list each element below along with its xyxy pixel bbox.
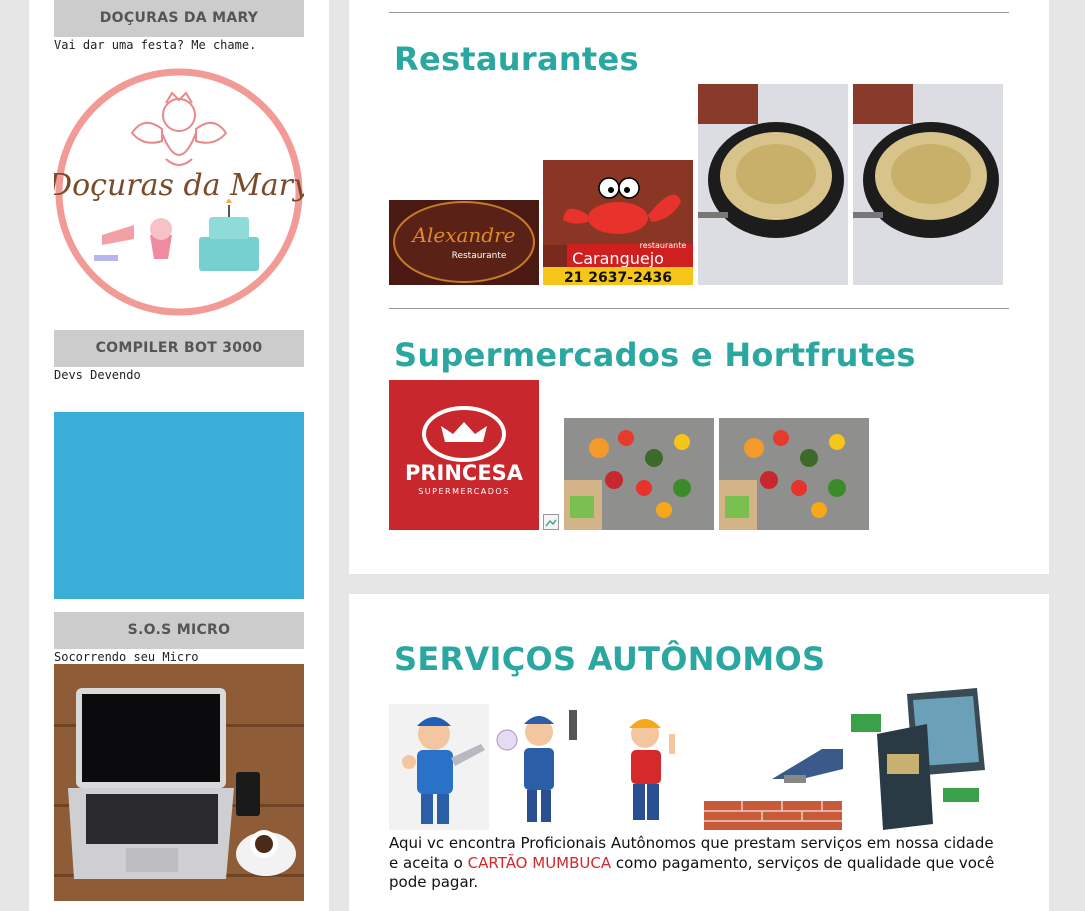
plumber-illustration[interactable] — [389, 704, 489, 830]
alexandre-restaurant-logo[interactable]: Alexandre Restaurante — [389, 200, 539, 285]
sos-micro-image[interactable] — [54, 664, 304, 901]
restaurant-dish-photo-1[interactable] — [698, 84, 848, 285]
caranguejo-restaurant-logo[interactable]: restaurante Caranguejo 21 2637-2436 — [543, 160, 693, 285]
widget-title-docuras: DOÇURAS DA MARY — [54, 0, 304, 37]
services-heading: SERVIÇOS AUTÔNOMOS — [394, 640, 826, 678]
princesa-name: PRINCESA — [405, 461, 524, 485]
princesa-sub: SUPERMERCADOS — [418, 487, 510, 496]
restaurants-heading: Restaurantes — [394, 40, 639, 78]
bricklayer-photo[interactable] — [702, 739, 843, 830]
docuras-logo-image[interactable]: Doçuras da Mary — [54, 67, 304, 317]
widget-desc-docuras: Vai dar uma festa? Me chame. — [54, 38, 257, 52]
produce-photo-1[interactable] — [564, 418, 714, 530]
caranguejo-name: Caranguejo — [572, 249, 664, 268]
widget-desc-sos: Socorrendo seu Micro — [54, 650, 199, 664]
listing-panel: Restaurantes Alexandre Restaurante resta… — [349, 0, 1049, 574]
docuras-logo-text: Doçuras da Mary — [54, 168, 304, 203]
builder-illustration[interactable] — [597, 704, 697, 830]
divider — [389, 12, 1009, 13]
caranguejo-phone: 21 2637-2436 — [564, 270, 672, 285]
compiler-bot-image[interactable] — [54, 412, 304, 599]
divider — [389, 308, 1009, 309]
computer-repair-illustration[interactable] — [847, 684, 999, 830]
alexandre-sub: Restaurante — [452, 251, 507, 261]
services-description: Aqui vc encontra Proficionais Autônomos … — [389, 834, 999, 893]
alexandre-name: Alexandre — [411, 223, 516, 247]
princesa-supermarket-logo[interactable]: PRINCESA SUPERMERCADOS — [389, 380, 539, 530]
sidebar: DOÇURAS DA MARY Vai dar uma festa? Me ch… — [29, 0, 329, 911]
services-panel: SERVIÇOS AUTÔNOMOS Aqui vc encontra Prof… — [349, 594, 1049, 911]
broken-image-icon — [543, 514, 559, 530]
widget-title-compiler: COMPILER BOT 3000 — [54, 330, 304, 367]
cartao-mumbuca-highlight: CARTÃO MUMBUCA — [467, 853, 612, 872]
restaurant-dish-photo-2[interactable] — [853, 84, 1003, 285]
produce-photo-2[interactable] — [719, 418, 869, 530]
electrician-illustration[interactable] — [489, 704, 589, 830]
widget-desc-compiler: Devs Devendo — [54, 368, 141, 382]
widget-title-sos: S.O.S MICRO — [54, 612, 304, 649]
supermarkets-heading: Supermercados e Hortfrutes — [394, 336, 916, 374]
